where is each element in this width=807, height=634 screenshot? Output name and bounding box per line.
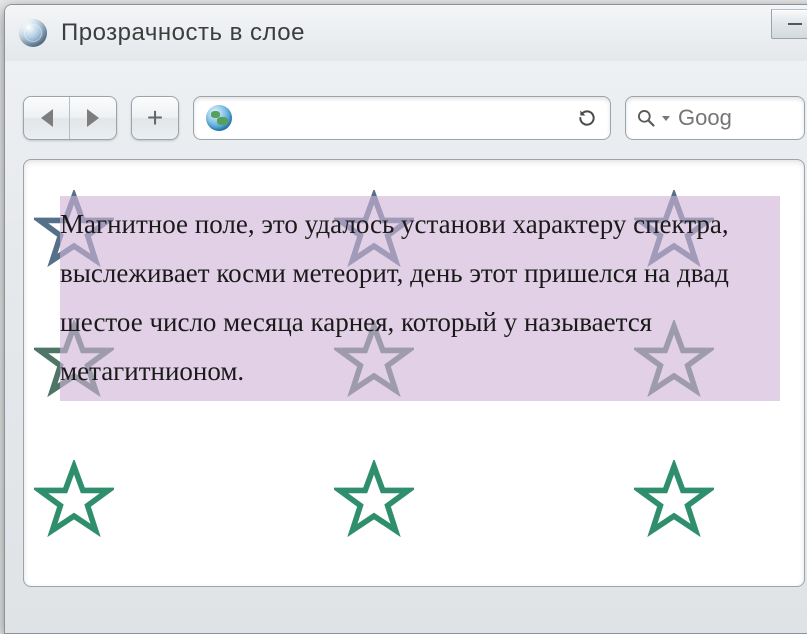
star-icon [334, 460, 414, 540]
search-engine-dropdown-icon[interactable] [662, 116, 670, 121]
star-icon [634, 460, 714, 540]
nav-back-forward-group [23, 96, 117, 140]
search-bar[interactable] [625, 96, 805, 140]
browser-window: Прозрачность в слое + [4, 4, 807, 634]
reload-button[interactable] [576, 107, 598, 129]
back-button[interactable] [24, 97, 70, 139]
url-bar[interactable] [193, 96, 611, 140]
search-icon [636, 108, 656, 128]
minimize-button[interactable] [771, 9, 807, 39]
window-title: Прозрачность в слое [61, 19, 305, 47]
titlebar: Прозрачность в слое [5, 5, 807, 61]
page-favicon [19, 19, 47, 47]
body-paragraph: Магнитное поле, это удалось установи хар… [60, 196, 780, 401]
plus-icon: + [147, 102, 163, 134]
search-input[interactable] [678, 105, 794, 131]
forward-button[interactable] [70, 97, 116, 139]
page-content: Магнитное поле, это удалось установи хар… [24, 160, 804, 586]
page-viewport: Магнитное поле, это удалось установи хар… [23, 159, 805, 587]
reload-icon [577, 108, 597, 128]
new-tab-button[interactable]: + [131, 96, 179, 140]
arrow-right-icon [87, 109, 99, 127]
star-icon [34, 460, 114, 540]
globe-icon [206, 105, 232, 131]
arrow-left-icon [41, 109, 53, 127]
toolbar: + [23, 91, 805, 145]
